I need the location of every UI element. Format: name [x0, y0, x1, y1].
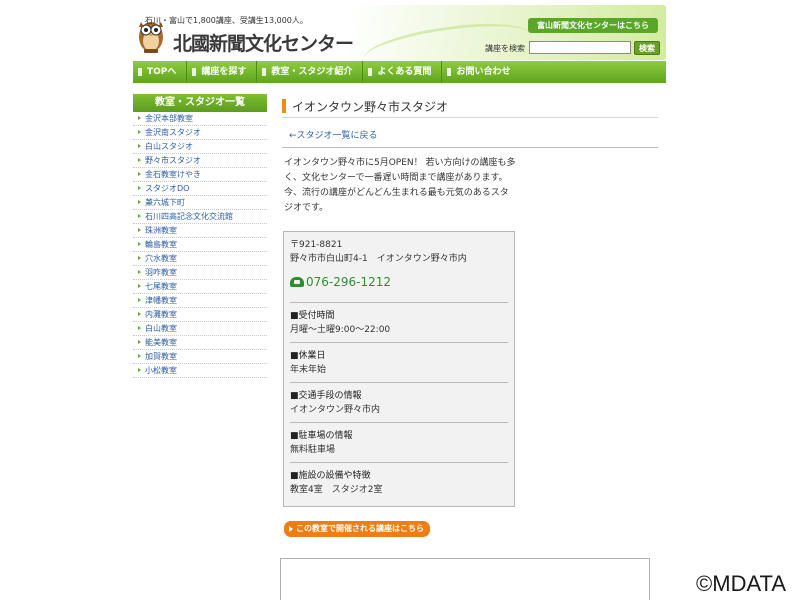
info-heading: ■受付時間 [290, 311, 335, 321]
main-content: イオンタウン野々市スタジオ ←スタジオ一覧に戻る イオンタウン野々市に5月OPE… [282, 98, 658, 537]
sidebar-item[interactable]: 加賀教室 [133, 350, 267, 364]
telephone-icon [290, 277, 304, 287]
main-navigation: TOPへ 講座を探す 教室・スタジオ紹介 よくある質問 お問い合わせ [133, 61, 666, 83]
courses-at-this-classroom-button[interactable]: この教室で開催される講座はこちら [284, 521, 430, 537]
page-title: イオンタウン野々市スタジオ [282, 98, 658, 116]
sidebar-item[interactable]: 穴水教室 [133, 252, 267, 266]
nav-item-find-course[interactable]: 講座を探す [187, 61, 258, 83]
title-divider [282, 117, 658, 118]
info-value: イオンタウン野々市内 [290, 405, 381, 415]
nav-item-top[interactable]: TOPへ [133, 61, 188, 83]
studio-intro-text: イオンタウン野々市に5月OPEN！ 若い方向けの講座も多く、文化センターで一番遅… [284, 158, 516, 213]
info-section-facilities: ■施設の設備や特徴 教室4室 スタジオ2室 [290, 463, 508, 502]
phone-number-text: 076-296-1212 [306, 275, 392, 289]
sidebar-item[interactable]: 小松教室 [133, 364, 267, 378]
info-value: 教室4室 スタジオ2室 [290, 485, 383, 495]
info-section-parking: ■駐車場の情報 無料駐車場 [290, 423, 508, 462]
site-tagline: 石川・富山で1,800講座、受講生13,000人。 [145, 16, 308, 25]
site-logo[interactable]: 北國新聞文化センター [173, 29, 354, 56]
info-value: 無料駐車場 [290, 445, 336, 455]
back-to-studio-list-link[interactable]: ←スタジオ一覧に戻る [289, 128, 378, 141]
sidebar-item[interactable]: 能美教室 [133, 336, 267, 350]
content-divider [282, 147, 658, 148]
sidebar: 教室・スタジオ一覧 金沢本部教室 金沢南スタジオ 白山スタジオ 野々市スタジオ … [133, 94, 267, 378]
sidebar-item[interactable]: 野々市スタジオ [133, 154, 267, 168]
info-section-access: ■交通手段の情報 イオンタウン野々市内 [290, 383, 508, 422]
copyright-watermark: ©MDATA [696, 571, 786, 596]
nav-item-faq[interactable]: よくある質問 [363, 61, 443, 83]
info-heading: ■交通手段の情報 [290, 391, 362, 401]
sidebar-item[interactable]: 石川四高記念文化交流館 [133, 210, 267, 224]
info-heading: ■休業日 [290, 351, 326, 361]
sidebar-item[interactable]: スタジオDO [133, 182, 267, 196]
sidebar-item[interactable]: 羽咋教室 [133, 266, 267, 280]
toyama-center-link-button[interactable]: 富山新聞文化センターはこちら [528, 18, 658, 33]
sidebar-item[interactable]: 七尾教室 [133, 280, 267, 294]
sidebar-item[interactable]: 輪島教室 [133, 238, 267, 252]
info-heading: ■施設の設備や特徴 [290, 471, 371, 481]
sidebar-item[interactable]: 白山教室 [133, 322, 267, 336]
sidebar-title: 教室・スタジオ一覧 [133, 94, 267, 112]
sidebar-item[interactable]: 内灘教室 [133, 308, 267, 322]
info-value: 月曜～土曜9:00～22:00 [290, 325, 391, 335]
sidebar-item[interactable]: 白山スタジオ [133, 140, 267, 154]
search-input[interactable] [529, 41, 631, 54]
site-header: 石川・富山で1,800講座、受講生13,000人。 北國新聞文化センター 富山新… [133, 5, 666, 79]
phone-number[interactable]: 076-296-1212 [290, 272, 508, 292]
sidebar-item[interactable]: 金沢南スタジオ [133, 126, 267, 140]
nav-item-classrooms[interactable]: 教室・スタジオ紹介 [257, 61, 364, 83]
sidebar-item[interactable]: 津幡教室 [133, 294, 267, 308]
info-value: 年末年始 [290, 365, 327, 375]
search-button[interactable]: 検索 [634, 41, 660, 55]
info-section-hours: ■受付時間 月曜～土曜9:00～22:00 [290, 303, 508, 342]
studio-address: 野々市市白山町4-1 イオンタウン野々市内 [290, 254, 467, 264]
sidebar-item[interactable]: 金石教室けやき [133, 168, 267, 182]
sidebar-item[interactable]: 金沢本部教室 [133, 112, 267, 126]
studio-info-box: 〒921-8821 野々市市白山町4-1 イオンタウン野々市内 076-296-… [283, 231, 515, 507]
search-label: 講座を検索 [485, 44, 525, 53]
postal-code: 〒921-8821 [290, 240, 343, 250]
info-heading: ■駐車場の情報 [290, 431, 353, 441]
sidebar-item[interactable]: 兼六城下町 [133, 196, 267, 210]
bottom-content-box [280, 558, 650, 600]
info-section-holidays: ■休業日 年末年始 [290, 343, 508, 382]
nav-item-contact[interactable]: お問い合わせ [442, 61, 520, 83]
sidebar-item[interactable]: 珠洲教室 [133, 224, 267, 238]
